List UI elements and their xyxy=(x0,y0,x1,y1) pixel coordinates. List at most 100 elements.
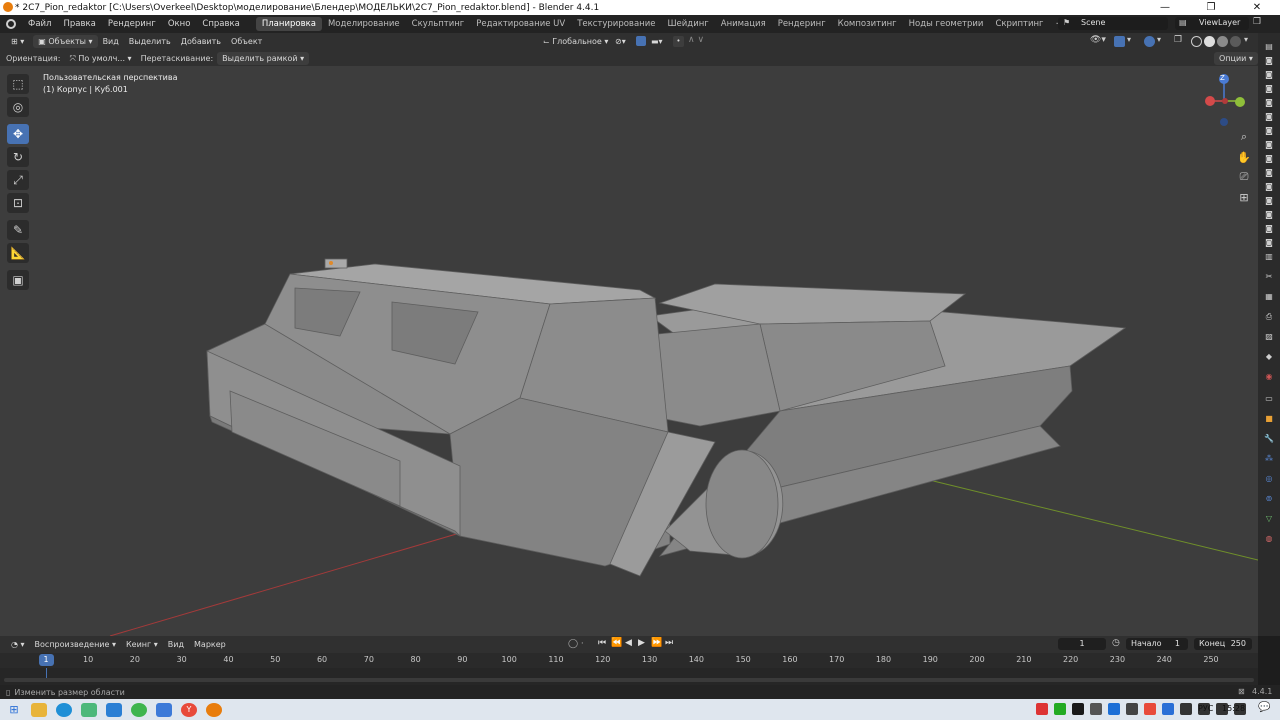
camera-icon[interactable]: ◙ xyxy=(1262,139,1276,150)
camera-icon[interactable]: ◙ xyxy=(1262,125,1276,136)
data-properties-icon[interactable]: ▽ xyxy=(1262,513,1276,524)
add-cube-tool[interactable]: ▣ xyxy=(7,270,29,290)
menu-window[interactable]: Окно xyxy=(162,19,197,29)
timeline-editor-type-icon[interactable]: ◔ ▾ xyxy=(6,638,30,651)
tab-rendering[interactable]: Рендеринг xyxy=(772,17,832,31)
camera-icon[interactable]: ◙ xyxy=(1262,69,1276,80)
pivot-point-icon[interactable]: ⊘▾ xyxy=(610,35,631,48)
jump-start-icon[interactable]: ⏮ xyxy=(598,638,606,648)
timeline-view-menu[interactable]: Вид xyxy=(163,638,189,651)
tray-app-icon[interactable] xyxy=(1036,703,1048,715)
start-frame-field[interactable]: Начало 1 xyxy=(1126,638,1188,650)
snap-target-icon[interactable]: ▬▾ xyxy=(646,35,668,48)
timeline-ruler[interactable]: 1 10 20 30 40 50 60 70 80 90 100 110 120 130 140 150 160… xyxy=(0,653,1258,668)
menu-select[interactable]: Выделить xyxy=(124,35,176,48)
mode-selector[interactable]: ▣ Объекты ▾ xyxy=(33,35,98,48)
tray-app-icon[interactable] xyxy=(1108,703,1120,715)
collection-properties-icon[interactable]: ▭ xyxy=(1262,393,1276,404)
tab-modeling[interactable]: Моделирование xyxy=(322,17,406,31)
language-indicator[interactable]: РУС xyxy=(1198,704,1213,713)
blender-taskbar-icon[interactable] xyxy=(206,702,222,717)
menu-object[interactable]: Объект xyxy=(226,35,267,48)
gizmo-toggle-icon[interactable] xyxy=(1114,36,1125,47)
material-shading-icon[interactable] xyxy=(1217,36,1228,47)
tab-sculpting[interactable]: Скульптинг xyxy=(406,17,471,31)
overlays-toggle-icon[interactable] xyxy=(1144,36,1155,47)
menu-help[interactable]: Справка xyxy=(196,19,245,29)
modifier-properties-icon[interactable]: 🔧 xyxy=(1262,433,1276,444)
orientation-selector[interactable]: ⤧ По умолч... ▾ xyxy=(64,52,136,65)
camera-icon[interactable]: ◙ xyxy=(1262,167,1276,178)
scene-selector[interactable]: ⚑ Scene xyxy=(1058,17,1168,30)
menu-add[interactable]: Добавить xyxy=(176,35,226,48)
tray-app-icon[interactable] xyxy=(1072,703,1084,715)
proportional-edit-icon[interactable]: • xyxy=(673,36,684,47)
particles-properties-icon[interactable]: ⁂ xyxy=(1262,453,1276,464)
camera-icon[interactable]: ◙ xyxy=(1262,195,1276,206)
shield-app-icon[interactable] xyxy=(156,702,172,717)
annotate-tool[interactable]: ✎ xyxy=(7,220,29,240)
edge-browser-icon[interactable] xyxy=(56,702,72,717)
pan-hand-icon[interactable]: ✋ xyxy=(1235,148,1253,166)
marker-menu[interactable]: Маркер xyxy=(189,638,231,651)
camera-icon[interactable]: ◙ xyxy=(1262,237,1276,248)
editor-type-icon[interactable]: ⊞ ▾ xyxy=(6,35,29,48)
drag-selector[interactable]: Выделить рамкой ▾ xyxy=(217,51,310,65)
camera-icon[interactable]: ◙ xyxy=(1262,223,1276,234)
zoom-icon[interactable]: ⌕ xyxy=(1235,128,1253,146)
perspective-toggle-icon[interactable]: ⊞ xyxy=(1235,188,1253,206)
camera-icon[interactable]: ◙ xyxy=(1262,97,1276,108)
rendered-shading-icon[interactable] xyxy=(1230,36,1241,47)
clock-icon[interactable]: ◷ xyxy=(1112,638,1120,648)
clock[interactable]: 15:28 xyxy=(1222,704,1245,713)
camera-icon[interactable]: ◙ xyxy=(1262,83,1276,94)
transform-orientation-selector[interactable]: ⌙ Глобальное ▾ xyxy=(538,35,613,48)
view-layer-selector[interactable]: ▤ ViewLayer xyxy=(1175,17,1249,30)
render-properties-icon[interactable]: ▦ xyxy=(1262,291,1276,302)
camera-icon[interactable]: ◙ xyxy=(1262,209,1276,220)
world-properties-icon[interactable]: ◉ xyxy=(1262,371,1276,382)
tab-scripting[interactable]: Скриптинг xyxy=(989,17,1049,31)
material-properties-icon[interactable]: ◍ xyxy=(1262,533,1276,544)
notepad-icon[interactable] xyxy=(81,702,97,717)
gizmo-dropdown-icon[interactable]: ▾ xyxy=(1127,35,1131,44)
camera-icon[interactable]: ◙ xyxy=(1262,153,1276,164)
output-properties-icon[interactable]: ⎙ xyxy=(1262,311,1276,322)
menu-render[interactable]: Рендеринг xyxy=(102,19,162,29)
wireframe-shading-icon[interactable] xyxy=(1191,36,1202,47)
notifications-icon[interactable]: 💬 xyxy=(1258,702,1270,713)
solid-shading-icon[interactable] xyxy=(1204,36,1215,47)
overlays-dropdown-icon[interactable]: ▾ xyxy=(1157,35,1161,44)
shading-dropdown-icon[interactable]: ▾ xyxy=(1244,35,1248,44)
camera-view-icon[interactable]: ⎚ xyxy=(1235,168,1253,186)
tab-shading[interactable]: Шейдинг xyxy=(661,17,714,31)
view-layer-properties-icon[interactable]: ▨ xyxy=(1262,331,1276,342)
maximize-button[interactable]: ❐ xyxy=(1188,0,1234,15)
measure-tool[interactable]: 📐 xyxy=(7,243,29,263)
move-tool[interactable]: ✥ xyxy=(7,124,29,144)
jump-keyframe-forward-icon[interactable]: ⏩ xyxy=(651,638,662,648)
camera-icon[interactable]: ◙ xyxy=(1262,111,1276,122)
tab-animation[interactable]: Анимация xyxy=(715,17,772,31)
auto-keying-icon[interactable]: ◯ · xyxy=(568,639,584,649)
current-frame-field[interactable]: 1 xyxy=(1058,638,1106,650)
tab-layout[interactable]: Планировка xyxy=(255,17,322,31)
options-dropdown[interactable]: Опции ▾ xyxy=(1214,52,1258,65)
camera-icon[interactable]: ◙ xyxy=(1262,55,1276,66)
end-frame-field[interactable]: Конец 250 xyxy=(1194,638,1252,650)
physics-properties-icon[interactable]: ◎ xyxy=(1262,473,1276,484)
cursor-tool[interactable]: ◎ xyxy=(7,97,29,117)
tray-app-icon[interactable] xyxy=(1090,703,1102,715)
rotate-tool[interactable]: ↻ xyxy=(7,147,29,167)
scale-tool[interactable]: ⤢ xyxy=(7,170,29,190)
play-reverse-icon[interactable]: ◀ xyxy=(625,638,632,648)
3d-viewport[interactable]: Z Пользовательская перспектива (1) Корпу… xyxy=(0,66,1258,636)
tray-app-icon[interactable] xyxy=(1180,703,1192,715)
camera-icon[interactable]: ◙ xyxy=(1262,181,1276,192)
jump-end-icon[interactable]: ⏭ xyxy=(665,638,673,648)
close-button[interactable]: ✕ xyxy=(1234,0,1280,15)
keying-menu[interactable]: Кеинг ▾ xyxy=(121,638,163,651)
menu-view[interactable]: Вид xyxy=(98,35,124,48)
new-view-layer-icon[interactable]: ❐ xyxy=(1253,17,1261,27)
visibility-icon[interactable]: 👁▾ xyxy=(1090,35,1106,45)
